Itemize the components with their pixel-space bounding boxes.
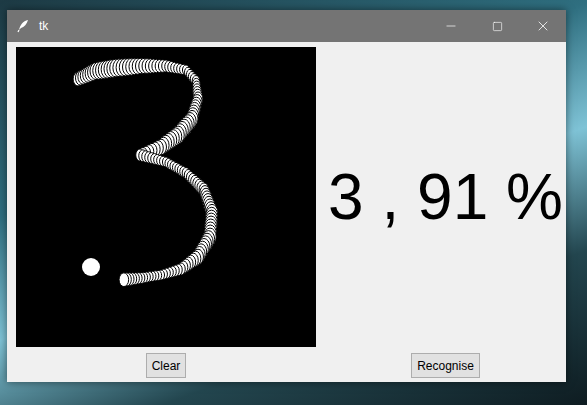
result-cell: 3 , 91 %: [325, 47, 566, 347]
close-icon: [535, 18, 551, 34]
minimize-button[interactable]: [428, 10, 474, 42]
prediction-label: 3 , 91 %: [328, 160, 563, 234]
maximize-icon: [492, 21, 503, 32]
drawing-canvas[interactable]: [16, 47, 316, 347]
canvas-cell: [7, 47, 325, 347]
button-cell: Clear: [7, 353, 325, 378]
recognise-button[interactable]: Recognise: [411, 353, 480, 378]
clear-button[interactable]: Clear: [146, 353, 187, 378]
app-window: tk 3 , 91 % Clear Recognise: [7, 10, 566, 382]
maximize-button[interactable]: [474, 10, 520, 42]
close-button[interactable]: [520, 10, 566, 42]
content: 3 , 91 % Clear Recognise: [7, 42, 566, 382]
feather-icon: [15, 18, 31, 34]
window-title: tk: [39, 19, 428, 33]
minimize-icon: [444, 19, 458, 33]
button-cell: Recognise: [325, 353, 566, 378]
title-bar[interactable]: tk: [7, 10, 566, 42]
